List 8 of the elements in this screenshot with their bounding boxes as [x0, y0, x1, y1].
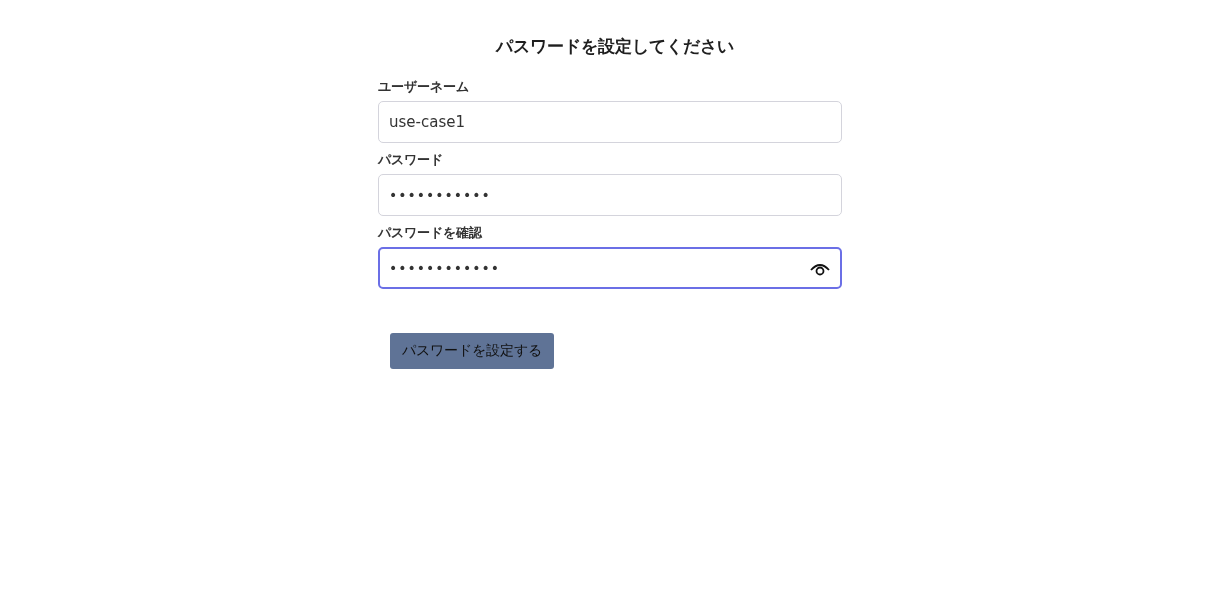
input-field[interactable]: use-case1 — [378, 101, 842, 143]
input-field[interactable]: ••••••••••• — [378, 174, 842, 216]
field-label: ユーザーネーム — [378, 78, 470, 96]
input-field[interactable]: •••••••••••• — [378, 247, 842, 289]
form-title: パスワードを設定してください — [494, 35, 734, 58]
field-label: パスワードを確認 — [378, 224, 483, 242]
field-label: パスワード — [378, 151, 444, 169]
set-password-button[interactable]: パスワードを設定する — [390, 333, 554, 369]
